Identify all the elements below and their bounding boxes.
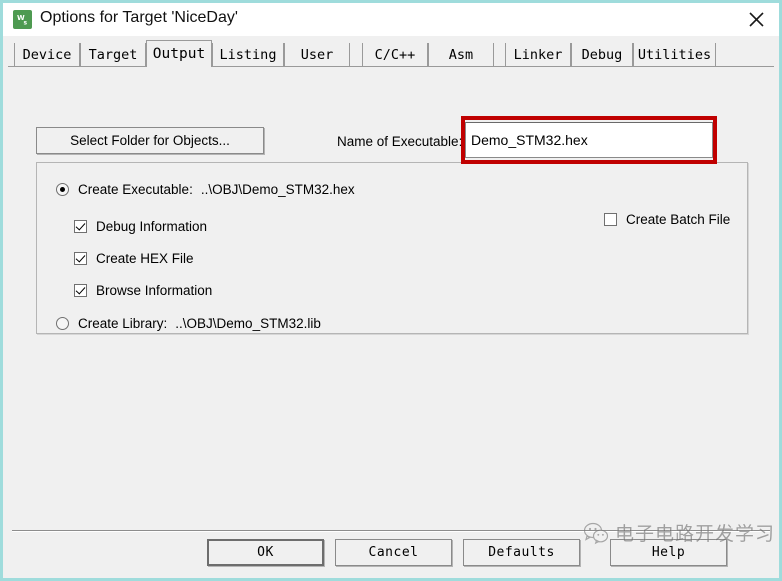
tab-debug[interactable]: Debug [571, 43, 633, 66]
tab-label: Linker [513, 46, 563, 63]
defaults-button[interactable]: Defaults [463, 539, 580, 566]
select-folder-for-objects-button[interactable]: Select Folder for Objects... [36, 127, 264, 154]
keil-uvision-icon: W s [13, 10, 32, 29]
ok-button-label: OK [257, 545, 274, 560]
tab-c-c[interactable]: C/C++ [362, 43, 428, 66]
screenshot-root: W s Options for Target 'NiceDay' Device T… [0, 0, 782, 581]
tab-label: Device [22, 46, 72, 63]
checkbox-icon[interactable] [74, 220, 87, 234]
executable-name-field-wrapper[interactable] [465, 122, 713, 158]
browse-information-label: Browse Information [96, 283, 213, 298]
tab-label: Debug [581, 46, 623, 63]
tab-label: Target [88, 46, 138, 63]
tab-listing[interactable]: Listing [212, 43, 284, 66]
tab-underline-mask [147, 66, 211, 68]
create-executable-label: Create Executable: [78, 181, 193, 197]
close-icon [748, 12, 764, 27]
radio-icon[interactable] [56, 317, 69, 330]
executable-name-input[interactable] [466, 123, 712, 157]
close-button[interactable] [733, 3, 779, 36]
help-button-label: Help [651, 545, 686, 560]
checkbox-icon[interactable] [74, 284, 87, 298]
create-hex-file-label: Create HEX File [96, 251, 194, 266]
tab-utilities[interactable]: Utilities [633, 43, 716, 66]
tab-label: Utilities [637, 46, 712, 63]
tab-output[interactable]: Output [146, 40, 212, 67]
create-executable-radio-row[interactable]: Create Executable: ..\OBJ\Demo_STM32.hex [56, 182, 355, 197]
name-of-executable-label: Name of Executable: [337, 134, 463, 149]
checkbox-icon[interactable] [604, 213, 617, 227]
tab-label: Listing [219, 46, 277, 63]
create-batch-file-checkbox-row[interactable]: Create Batch File [604, 213, 730, 227]
cancel-button-label: Cancel [368, 545, 419, 560]
defaults-button-label: Defaults [488, 545, 555, 560]
checkbox-icon[interactable] [74, 252, 87, 266]
tab-label: Asm [448, 46, 474, 63]
footer-separator [12, 530, 770, 532]
tab-target[interactable]: Target [80, 43, 146, 66]
tab-asm[interactable]: Asm [428, 43, 494, 66]
tab-label: User [300, 46, 334, 63]
browse-information-checkbox-row[interactable]: Browse Information [74, 284, 212, 298]
create-executable-path: ..\OBJ\Demo_STM32.hex [200, 182, 355, 197]
debug-information-label: Debug Information [96, 219, 208, 234]
output-options-group: Create Executable: ..\OBJ\Demo_STM32.hex… [36, 162, 748, 334]
create-library-label: Create Library: [78, 315, 168, 331]
tab-user[interactable]: User [284, 43, 350, 66]
tab-label: C/C++ [374, 46, 416, 63]
ok-button[interactable]: OK [207, 539, 324, 566]
create-batch-file-label: Create Batch File [626, 212, 731, 227]
tab-strip: Device Target Output Listing User C/C++ Asm Lin… [8, 40, 774, 67]
create-library-path: ..\OBJ\Demo_STM32.lib [175, 316, 321, 331]
create-hex-file-checkbox-row[interactable]: Create HEX File [74, 252, 194, 266]
radio-icon[interactable] [56, 183, 69, 196]
create-library-radio-row[interactable]: Create Library: ..\OBJ\Demo_STM32.lib [56, 316, 321, 331]
tab-device[interactable]: Device [14, 43, 80, 66]
tab-linker[interactable]: Linker [505, 43, 571, 66]
debug-information-checkbox-row[interactable]: Debug Information [74, 220, 207, 234]
cancel-button[interactable]: Cancel [335, 539, 452, 566]
output-tab-panel: Select Folder for Objects... Name of Exe… [3, 67, 779, 517]
dialog-body: Device Target Output Listing User C/C++ Asm Lin… [3, 36, 779, 578]
tab-label: Output [152, 46, 206, 62]
title-bar: W s Options for Target 'NiceDay' [3, 3, 779, 36]
help-button[interactable]: Help [610, 539, 727, 566]
window-title: Options for Target 'NiceDay' [40, 9, 238, 26]
